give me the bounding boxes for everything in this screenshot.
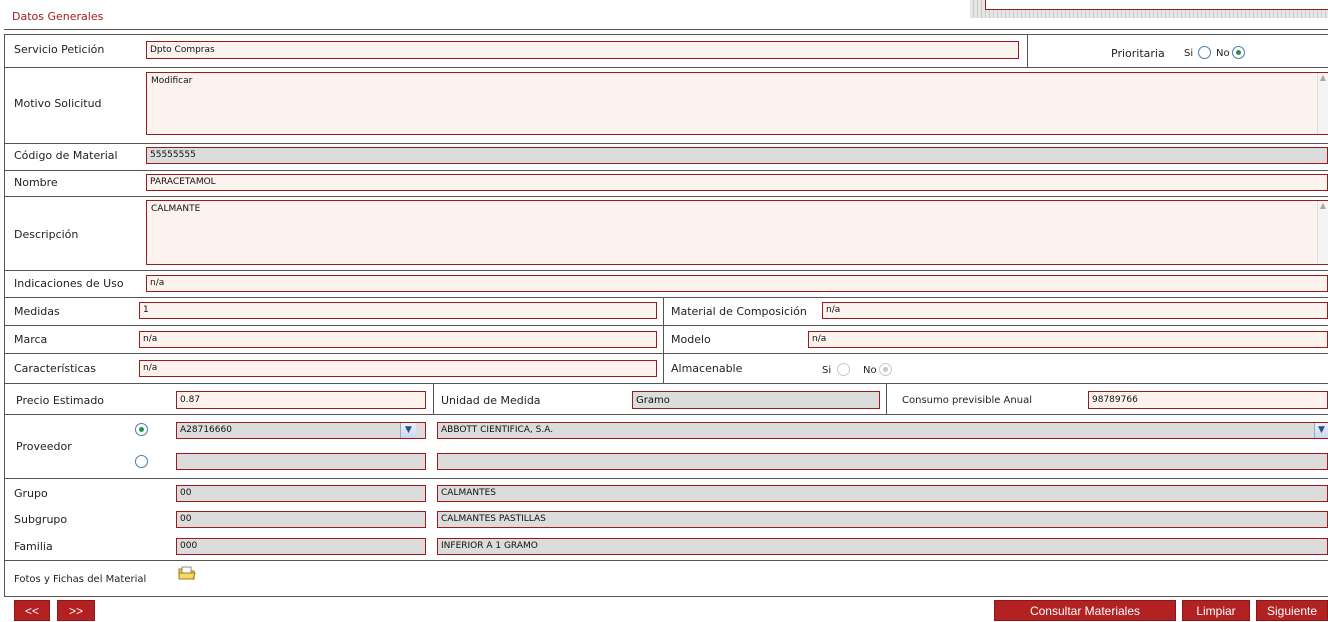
divider [4, 143, 1328, 144]
indicaciones-field[interactable]: n/a [146, 275, 1328, 292]
codigo-label: Código de Material [14, 149, 118, 162]
nombre-label: Nombre [14, 176, 58, 189]
proveedor2-name-field[interactable] [437, 453, 1328, 470]
material-comp-label: Material de Composición [671, 305, 807, 318]
divider [886, 383, 887, 414]
descripcion-scrollbar[interactable]: ▲ [1317, 201, 1328, 264]
consultar-materiales-button[interactable]: Consultar Materiales [994, 600, 1176, 621]
servicio-field[interactable]: Dpto Compras [146, 41, 1019, 59]
divider [4, 560, 1328, 561]
divider [4, 29, 1328, 30]
proveedor1-code-value: A28716660 [180, 425, 232, 435]
almacenable-si-radio[interactable] [837, 363, 850, 376]
caracteristicas-label: Características [14, 362, 97, 375]
codigo-field[interactable]: 55555555 [146, 147, 1328, 164]
nombre-field[interactable]: PARACETAMOL [146, 174, 1328, 191]
descripcion-value: CALMANTE [151, 204, 201, 214]
divider [4, 270, 1328, 271]
grupo-code-field[interactable]: 00 [176, 485, 426, 502]
subgrupo-code-field[interactable]: 00 [176, 511, 426, 528]
caracteristicas-field[interactable]: n/a [139, 360, 657, 377]
fotos-label: Fotos y Fichas del Material [14, 574, 147, 585]
divider [4, 297, 1328, 298]
divider [433, 383, 434, 414]
prioritaria-si-radio[interactable] [1198, 46, 1211, 59]
proveedor1-code-select[interactable]: A28716660 [176, 422, 426, 439]
proveedor2-radio[interactable] [135, 455, 148, 468]
divider [663, 297, 664, 383]
almacenable-label: Almacenable [671, 362, 743, 375]
chevron-down-icon[interactable]: ▼ [400, 423, 416, 438]
proveedor-label: Proveedor [16, 440, 72, 453]
divider [4, 325, 1328, 326]
subgrupo-name-field[interactable]: CALMANTES PASTILLAS [437, 511, 1328, 528]
proveedor1-name-value: ABBOTT CIENTIFICA, S.A. [441, 425, 554, 435]
divider [4, 414, 1328, 415]
top-panel [985, 0, 1328, 10]
motivo-textarea[interactable]: Modificar [146, 72, 1328, 135]
prioritaria-no-radio[interactable] [1232, 46, 1245, 59]
proveedor1-radio[interactable] [135, 423, 148, 436]
motivo-value: Modificar [151, 76, 193, 86]
siguiente-button[interactable]: Siguiente [1256, 600, 1328, 621]
chevron-down-icon[interactable]: ▼ [1314, 423, 1328, 438]
divider [4, 67, 1328, 68]
limpiar-button[interactable]: Limpiar [1182, 600, 1250, 621]
almacenable-no-radio[interactable] [879, 363, 892, 376]
modelo-label: Modelo [671, 333, 711, 346]
unidad-label: Unidad de Medida [441, 394, 541, 407]
marca-label: Marca [14, 333, 48, 346]
scroll-up-icon[interactable]: ▲ [1318, 73, 1328, 83]
section-title: Datos Generales [12, 10, 104, 23]
unidad-field[interactable]: Gramo [632, 391, 880, 409]
indicaciones-label: Indicaciones de Uso [14, 277, 124, 290]
divider [1027, 34, 1028, 67]
divider [4, 196, 1328, 197]
prioritaria-label: Prioritaria [1111, 47, 1165, 60]
scroll-up-icon[interactable]: ▲ [1318, 201, 1328, 211]
material-comp-field[interactable]: n/a [822, 302, 1328, 319]
marca-field[interactable]: n/a [139, 331, 657, 348]
divider [4, 170, 1328, 171]
modelo-field[interactable]: n/a [808, 331, 1328, 348]
medidas-label: Medidas [14, 305, 60, 318]
almacenable-si-label: Si [822, 365, 832, 376]
next-nav-button[interactable]: >> [57, 600, 95, 621]
divider [4, 34, 5, 596]
subgrupo-label: Subgrupo [14, 513, 68, 526]
divider [4, 353, 1328, 354]
consumo-field[interactable]: 98789766 [1088, 391, 1328, 409]
precio-label: Precio Estimado [16, 394, 105, 407]
proveedor1-name-select[interactable]: ABBOTT CIENTIFICA, S.A. [437, 422, 1328, 439]
motivo-label: Motivo Solicitud [14, 97, 102, 110]
consumo-label: Consumo previsible Anual [902, 395, 1032, 406]
familia-label: Familia [14, 540, 53, 553]
grupo-label: Grupo [14, 487, 48, 500]
descripcion-textarea[interactable]: CALMANTE [146, 200, 1328, 265]
prev-button[interactable]: << [14, 600, 50, 621]
servicio-label: Servicio Petición [14, 43, 105, 56]
motivo-scrollbar[interactable]: ▲ [1317, 73, 1328, 134]
familia-code-field[interactable]: 000 [176, 538, 426, 555]
divider [4, 596, 1328, 597]
folder-icon[interactable] [178, 566, 196, 580]
divider [4, 383, 1328, 384]
almacenable-no-label: No [863, 365, 877, 376]
familia-name-field[interactable]: INFERIOR A 1 GRAMO [437, 538, 1328, 555]
descripcion-label: Descripción [14, 228, 79, 241]
medidas-field[interactable]: 1 [139, 302, 657, 319]
divider [4, 34, 1328, 35]
proveedor2-code-field[interactable] [176, 453, 426, 470]
grupo-name-field[interactable]: CALMANTES [437, 485, 1328, 502]
precio-field[interactable]: 0.87 [176, 391, 426, 409]
divider [4, 478, 1328, 479]
prioritaria-no-label: No [1216, 48, 1230, 59]
prioritaria-si-label: Si [1184, 48, 1194, 59]
